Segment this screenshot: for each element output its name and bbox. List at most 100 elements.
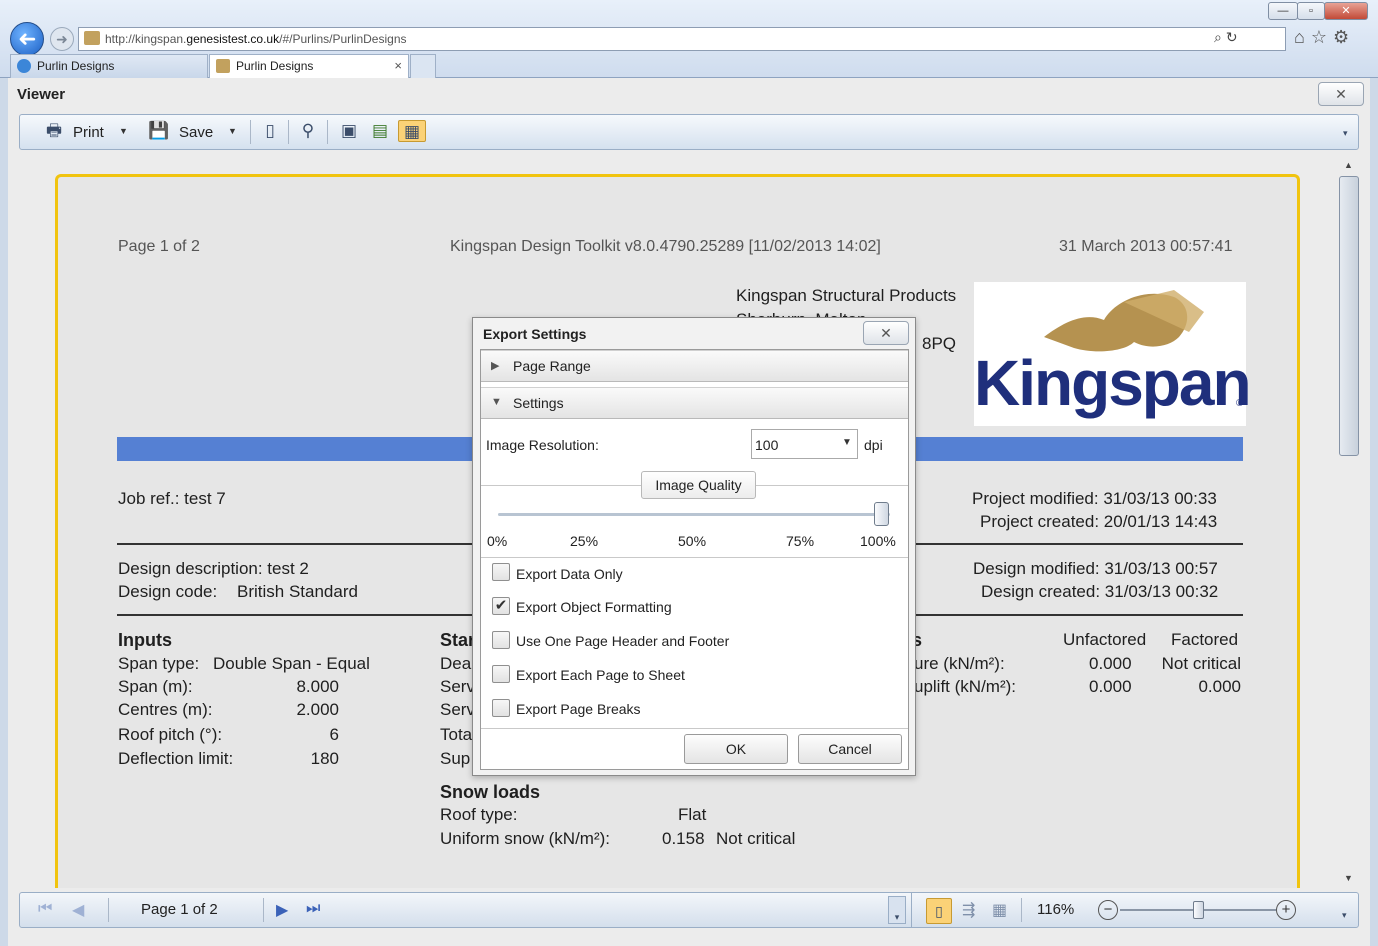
input-value: 6	[329, 725, 339, 744]
new-tab-button[interactable]	[410, 54, 436, 78]
zoom-overflow-icon[interactable]: ▾	[1342, 910, 1347, 921]
section-label: Page Range	[513, 358, 591, 374]
wind-label: ure (kN/m²):	[914, 654, 1005, 673]
print-icon[interactable]: 🖶	[43, 120, 65, 142]
chevron-down-icon[interactable]: ▼	[228, 126, 237, 136]
input-value: 8.000	[296, 677, 339, 696]
col-factored: Factored	[1171, 630, 1239, 649]
search-icon[interactable]: ⌕	[1214, 29, 1226, 45]
ok-button[interactable]: OK	[684, 734, 788, 764]
back-icon[interactable]: ➜	[10, 22, 44, 56]
chevron-down-icon[interactable]: ▼	[119, 126, 128, 136]
chevron-right-icon: ▶	[491, 360, 500, 372]
dialog-close-button[interactable]: ✕	[863, 321, 909, 345]
forward-icon[interactable]: ➜	[50, 27, 74, 51]
address-bar[interactable]: http://kingspan.genesistest.co.uk/#/Purl…	[78, 27, 1286, 51]
section-page-range[interactable]: ▶ Page Range	[481, 350, 908, 382]
load-label: Serv	[440, 677, 475, 696]
export-icon[interactable]: ▦	[398, 120, 426, 142]
zoom-in-icon[interactable]: +	[1276, 900, 1296, 920]
slider-tick-label: 0%	[487, 533, 508, 549]
url-path: /#/Purlins/PurlinDesigns	[279, 32, 407, 46]
single-page-mode-icon[interactable]: ▯	[926, 898, 952, 924]
ie-icon	[17, 59, 31, 73]
uniform-snow-label: Uniform snow (kN/m²):	[440, 829, 611, 848]
tab-purlin-designs-2[interactable]: Purlin Designs ×	[209, 54, 409, 78]
option-label: Export Page Breaks	[516, 701, 641, 717]
tab-label: Purlin Designs	[236, 59, 314, 73]
loads-heading: Star	[440, 630, 476, 650]
export-page-breaks-checkbox[interactable]	[492, 699, 510, 717]
wind-unfactored: 0.000	[1089, 677, 1132, 696]
minimize-button[interactable]: —	[1268, 2, 1298, 20]
divider	[481, 557, 908, 558]
first-page-icon[interactable]: ⏮	[38, 900, 52, 918]
site-favicon-icon	[84, 31, 100, 45]
last-page-icon[interactable]: ⏭	[306, 900, 320, 918]
col-unfactored: Unfactored	[1063, 630, 1147, 649]
refresh-icon[interactable]: ↻	[1226, 29, 1242, 45]
toolbar-separator	[327, 120, 328, 144]
previous-page-icon[interactable]: ◀	[72, 900, 84, 920]
vertical-scrollbar-thumb[interactable]	[1339, 176, 1359, 456]
image-resolution-value: 100	[755, 437, 779, 453]
statusbar-separator	[108, 898, 109, 922]
statusbar-overflow-icon[interactable]: ▾	[888, 896, 906, 924]
toolbar-separator	[250, 120, 251, 144]
project-created: Project created: 20/01/13 14:43	[980, 512, 1218, 531]
export-object-formatting-checkbox[interactable]: ✔	[492, 597, 510, 615]
star-icon[interactable]: ☆	[1311, 27, 1333, 47]
zoom-slider-thumb[interactable]	[1193, 901, 1204, 919]
slider-tick-label: 25%	[570, 533, 599, 549]
save-button[interactable]: Save	[179, 124, 213, 141]
image-quality-slider-thumb[interactable]	[874, 502, 889, 526]
continuous-mode-icon[interactable]: ⇶	[962, 900, 975, 920]
image-quality-label: Image Quality	[641, 471, 756, 499]
roof-type-value: Flat	[678, 805, 707, 824]
logo-registered-mark: ®	[1236, 398, 1244, 409]
cancel-button[interactable]: Cancel	[798, 734, 902, 764]
span-type-label: Span type:	[118, 654, 200, 673]
option-label: Export Object Formatting	[516, 599, 672, 615]
slider-tick-label: 50%	[678, 533, 707, 549]
report-printed-at: 31 March 2013 00:57:41	[1059, 238, 1233, 255]
home-icon[interactable]: ⌂	[1294, 27, 1311, 47]
binoculars-icon[interactable]: ⚲	[297, 120, 319, 142]
chevron-down-icon: ▼	[491, 396, 502, 408]
thumbnails-icon[interactable]: ▤	[369, 120, 391, 142]
gear-icon[interactable]: ⚙	[1333, 27, 1355, 47]
design-code-label: Design code:	[118, 582, 218, 601]
maximize-button[interactable]: ▫	[1297, 2, 1325, 20]
toolbar-separator	[288, 120, 289, 144]
viewer-close-button[interactable]: ✕	[1318, 82, 1364, 106]
toolbar-overflow-icon[interactable]: ▾	[1343, 128, 1348, 139]
window-close-button[interactable]: ✕	[1324, 2, 1368, 20]
export-data-only-checkbox[interactable]	[492, 563, 510, 581]
section-settings[interactable]: ▼ Settings	[481, 387, 908, 419]
url-domain: genesistest.co.uk	[186, 32, 280, 46]
one-page-header-footer-checkbox[interactable]	[492, 631, 510, 649]
address-tools: ⌕↻	[1214, 29, 1242, 46]
image-quality-slider-track[interactable]	[498, 513, 890, 516]
design-created: Design created: 31/03/13 00:32	[981, 582, 1219, 601]
tab-purlin-designs-1[interactable]: Purlin Designs	[10, 54, 208, 78]
export-each-page-checkbox[interactable]	[492, 665, 510, 683]
viewer-title: Viewer	[17, 86, 66, 103]
print-button[interactable]: Print	[73, 124, 104, 141]
section-label: Settings	[513, 395, 564, 411]
tab-close-icon[interactable]: ×	[394, 55, 402, 77]
page-setup-icon[interactable]: ▯	[259, 120, 281, 142]
multi-page-mode-icon[interactable]: ▦	[992, 900, 1007, 920]
snow-loads-heading: Snow loads	[440, 782, 541, 802]
chevron-down-icon[interactable]: ▼	[842, 437, 852, 448]
single-page-view-icon[interactable]: ▣	[338, 120, 360, 142]
next-page-icon[interactable]: ▶	[276, 900, 288, 920]
scroll-down-icon[interactable]: ▼	[1344, 873, 1353, 883]
scroll-up-icon[interactable]: ▲	[1344, 160, 1353, 170]
zoom-out-icon[interactable]: −	[1098, 900, 1118, 920]
input-value: 180	[310, 749, 339, 768]
design-description: Design description: test 2	[118, 559, 309, 578]
wind-factored: Not critical	[1161, 654, 1241, 673]
save-icon[interactable]: 💾	[148, 120, 170, 142]
design-code-value: British Standard	[237, 582, 358, 601]
